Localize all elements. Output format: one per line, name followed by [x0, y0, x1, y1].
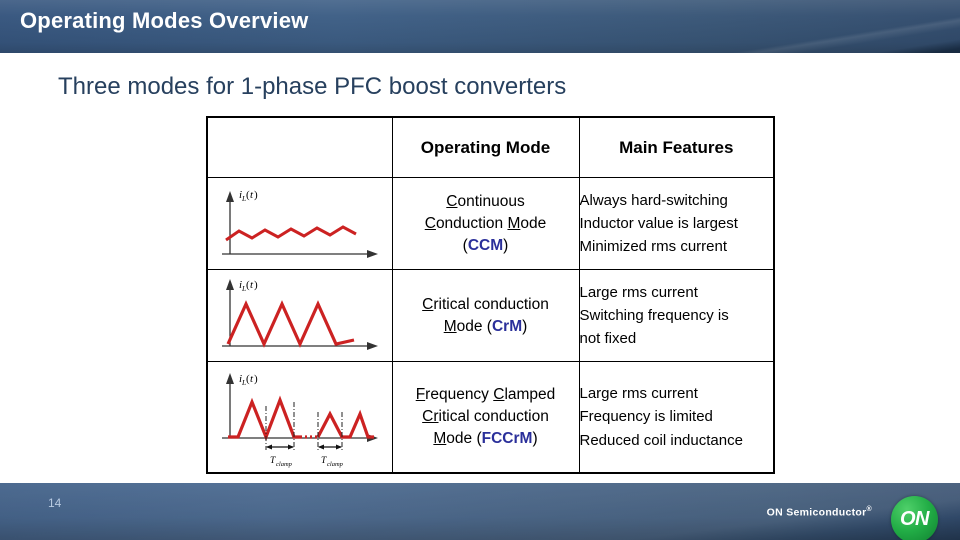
main-features-cell-ccm: Always hard-switching Inductor value is …: [578, 177, 775, 270]
feature-item: Always hard-switching: [579, 191, 728, 209]
mode-underline-m: M: [507, 214, 521, 232]
on-semiconductor-logo: ON: [891, 496, 938, 540]
svg-text:clamp: clamp: [276, 461, 293, 468]
svg-text:): ): [254, 279, 258, 291]
mode-line-1: Continuous: [393, 191, 579, 213]
mode-underline-m: M: [443, 317, 457, 335]
waveform-cell-fccrm: i L ( t ) T clamp T clamp: [206, 361, 393, 474]
on-logo-text: ON: [900, 508, 930, 530]
mode-underline-c: C: [493, 386, 505, 403]
ccm-waveform-icon: i L ( t ): [222, 189, 378, 258]
feature-item: Inductor value is largest: [579, 214, 738, 232]
mode-underline-c2: C: [424, 214, 436, 232]
svg-text:): ): [254, 373, 258, 385]
table-header-operating-mode: Operating Mode: [391, 116, 580, 178]
fccrm-waveform-icon: i L ( t ) T clamp T clamp: [222, 373, 378, 468]
mode-underline-c: C: [422, 295, 434, 313]
feature-item: Large rms current: [579, 385, 698, 403]
table-header-row: Operating Mode Main Features: [206, 116, 775, 178]
mode-text-2a: onduction: [435, 214, 508, 232]
main-features-cell-fccrm: Large rms current Frequency is limited R…: [578, 361, 775, 474]
mode-text-2: ode: [456, 317, 487, 335]
registered-trademark-icon: ®: [866, 506, 872, 513]
operating-modes-table: Operating Mode Main Features i L ( t) C…: [206, 116, 775, 474]
mode-line-3: Mode (FCCrM): [433, 430, 538, 447]
slide-number: 14: [48, 496, 62, 510]
mode-text-1: ontinuous: [457, 192, 525, 210]
main-features-cell-crm: Large rms current Switching frequency is…: [578, 269, 775, 362]
mode-text-1b: lamped: [504, 386, 556, 403]
mode-abbreviation-fccrm: FCCrM: [481, 430, 533, 447]
table-row: i L ( t ) Critical conduction Mode (CrM)…: [206, 269, 775, 362]
mode-underline-c1: C: [446, 192, 458, 210]
mode-line-1: Critical conduction: [393, 294, 579, 316]
table-header-main-features: Main Features: [578, 116, 775, 178]
table-header-waveform-blank: [206, 116, 393, 178]
mode-text-3: ode: [446, 430, 477, 447]
feature-item: Large rms current: [579, 283, 698, 301]
mode-line-3: (CCM): [462, 236, 509, 254]
svg-text:clamp: clamp: [327, 461, 344, 468]
waveform-cell-crm: i L ( t ): [206, 269, 393, 362]
mode-line-2: Mode (CrM): [443, 317, 528, 335]
mode-text-1a: requency: [425, 386, 494, 403]
mode-abbreviation-crm: CrM: [491, 317, 523, 335]
feature-item: not fixed: [579, 330, 637, 348]
mode-line-1: Frequency Clamped: [393, 384, 579, 406]
mode-line-2: Conduction Mode: [393, 213, 579, 235]
crm-waveform-icon: i L ( t ): [222, 279, 378, 350]
feature-item: Minimized rms current: [579, 238, 728, 256]
mode-text-1: ritical conduction: [433, 295, 549, 313]
mode-underline-f: F: [415, 386, 426, 403]
operating-mode-cell-crm: Critical conduction Mode (CrM): [391, 269, 580, 362]
brand-name: ON Semiconductor®: [767, 506, 872, 519]
svg-text:): ): [254, 189, 258, 201]
table-row: i L ( t ) Continuous Conduction Mode (CC…: [206, 177, 775, 270]
feature-item: Switching frequency is: [579, 306, 729, 324]
slide-subtitle: Three modes for 1-phase PFC boost conver…: [58, 73, 567, 100]
mode-line-2: Critical conduction: [393, 406, 579, 428]
operating-mode-cell-ccm: Continuous Conduction Mode (CCM): [391, 177, 580, 270]
mode-text-2: itical conduction: [438, 408, 549, 425]
mode-text-2b: ode: [520, 214, 547, 232]
table-row: i L ( t ) T clamp T clamp Frequency Clam…: [206, 361, 775, 474]
mode-abbreviation-ccm: CCM: [467, 236, 504, 254]
slide-footer-band: 14 ON Semiconductor® ON: [0, 483, 960, 540]
brand-name-text: ON Semiconductor: [766, 506, 867, 519]
page-title: Operating Modes Overview: [20, 8, 309, 33]
feature-item: Reduced coil inductance: [579, 431, 743, 449]
mode-underline-m: M: [433, 430, 447, 447]
mode-underline-cr: Cr: [422, 408, 439, 425]
waveform-cell-ccm: i L ( t ): [206, 177, 393, 270]
operating-mode-cell-fccrm: Frequency Clamped Critical conduction Mo…: [391, 361, 580, 474]
feature-item: Frequency is limited: [579, 408, 713, 426]
